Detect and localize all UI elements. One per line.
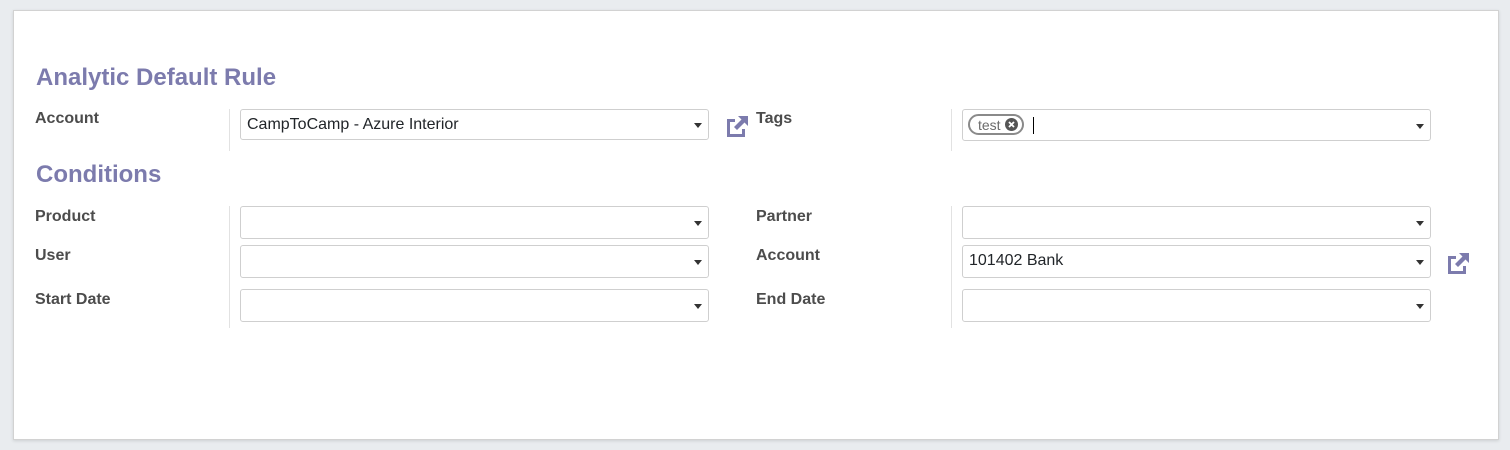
caret-down-icon[interactable] (694, 221, 702, 226)
tag-label: test (978, 116, 1001, 133)
end-date-select[interactable] (962, 289, 1431, 322)
external-link-icon[interactable] (724, 113, 750, 139)
close-icon[interactable] (1004, 118, 1018, 131)
column-divider (951, 206, 952, 328)
caret-down-icon[interactable] (694, 260, 702, 265)
text-cursor (1033, 117, 1034, 134)
column-divider (951, 109, 952, 151)
start-date-label: Start Date (35, 291, 111, 308)
column-divider (229, 109, 230, 151)
condition-account-label: Account (756, 247, 820, 264)
caret-down-icon[interactable] (1416, 124, 1424, 129)
product-select[interactable] (240, 206, 709, 239)
product-label: Product (35, 208, 96, 225)
start-date-select[interactable] (240, 289, 709, 322)
partner-label: Partner (756, 208, 813, 225)
tags-input[interactable]: test (962, 109, 1431, 141)
account-label: Account (35, 110, 99, 127)
caret-down-icon[interactable] (1416, 221, 1424, 226)
form-sheet: Analytic Default Rule Account CampToCamp… (13, 10, 1499, 440)
caret-down-icon[interactable] (1416, 304, 1424, 309)
caret-down-icon[interactable] (694, 304, 702, 309)
end-date-label: End Date (756, 291, 826, 308)
partner-select[interactable] (962, 206, 1431, 239)
external-link-icon[interactable] (1445, 250, 1471, 276)
account-select[interactable]: CampToCamp - Azure Interior (240, 109, 709, 140)
user-select[interactable] (240, 245, 709, 278)
user-label: User (35, 247, 71, 264)
tag-badge: test (968, 114, 1024, 135)
condition-account-select[interactable]: 101402 Bank (962, 245, 1431, 278)
caret-down-icon[interactable] (1416, 260, 1424, 265)
section-title-analytic-default-rule: Analytic Default Rule (36, 64, 277, 91)
account-select-value: CampToCamp - Azure Interior (247, 116, 459, 133)
condition-account-select-value: 101402 Bank (969, 252, 1064, 269)
caret-down-icon[interactable] (694, 123, 702, 128)
column-divider (229, 206, 230, 328)
tags-label: Tags (756, 110, 793, 127)
section-title-conditions: Conditions (36, 161, 162, 188)
